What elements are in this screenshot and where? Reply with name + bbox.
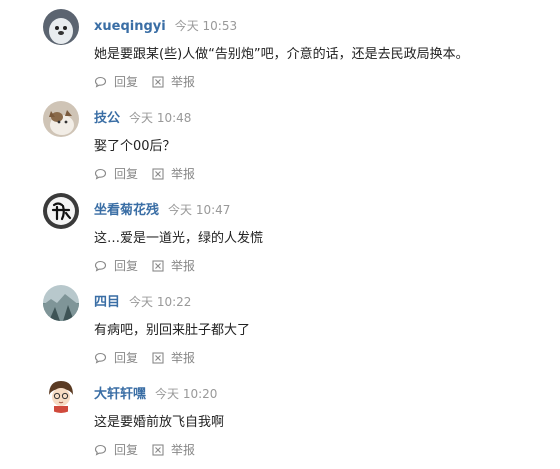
reply-label: 回复: [114, 75, 139, 89]
reply-label: 回复: [114, 443, 139, 457]
report-label: 举报: [171, 443, 196, 457]
comment-text: 这是要婚前放飞自我啊: [94, 415, 225, 430]
comment-item: 四目 今天 10:22 有病吧，别回来肚子都大了 回复 举报: [0, 285, 560, 377]
username[interactable]: xueqingyi: [94, 19, 166, 34]
timestamp: 今天 10:20: [155, 387, 218, 401]
comment-text: 娶了个00后？: [94, 139, 176, 154]
report-icon: [152, 260, 164, 272]
reply-button[interactable]: 回复: [94, 73, 138, 90]
report-button[interactable]: 举报: [152, 165, 195, 182]
comment-header: xueqingyi 今天 10:53: [94, 15, 237, 35]
comment-list: xueqingyi 今天 10:53 她是要跟某(些)人做“告别炮”吧，介意的话，…: [0, 0, 560, 463]
reply-button[interactable]: 回复: [94, 165, 138, 182]
reply-button[interactable]: 回复: [94, 441, 138, 458]
comment-header: 坐看菊花残 今天 10:47: [94, 199, 230, 219]
reply-label: 回复: [114, 167, 139, 181]
comment-header: 大轩轩嘿 今天 10:20: [94, 383, 217, 403]
comment-text: 她是要跟某(些)人做“告别炮”吧，介意的话，还是去民政局换本。: [94, 47, 469, 62]
report-icon: [152, 76, 164, 88]
timestamp: 今天 10:48: [129, 111, 192, 125]
timestamp: 今天 10:53: [174, 19, 238, 33]
report-button[interactable]: 举报: [152, 257, 195, 274]
reply-label: 回复: [114, 259, 139, 273]
reply-icon: [94, 260, 107, 272]
comment-item: xueqingyi 今天 10:53 她是要跟某(些)人做“告别炮”吧，介意的话，…: [0, 9, 560, 101]
report-label: 举报: [171, 75, 196, 89]
comment-text: 有病吧，别回来肚子都大了: [94, 323, 251, 338]
timestamp: 今天 10:22: [129, 295, 192, 309]
report-label: 举报: [171, 351, 196, 365]
timestamp: 今天 10:47: [168, 203, 231, 217]
avatar[interactable]: [43, 9, 79, 45]
reply-icon: [94, 352, 107, 364]
calligraphy-avatar-icon: [43, 193, 79, 229]
reply-icon: [94, 76, 107, 88]
comment-item: 技公 今天 10:48 娶了个00后？ 回复 举报: [0, 101, 560, 193]
comment-header: 技公 今天 10:48: [94, 107, 191, 127]
comment-item: 坐看菊花残 今天 10:47 这…爱是一道光，绿的人发慌 回复 举报: [0, 193, 560, 285]
username[interactable]: 大轩轩嘿: [94, 387, 146, 402]
username[interactable]: 坐看菊花残: [94, 203, 159, 218]
username[interactable]: 技公: [94, 111, 120, 126]
seal-avatar-icon: [43, 9, 79, 45]
comment-item: 大轩轩嘿 今天 10:20 这是要婚前放飞自我啊 回复 举报: [0, 377, 560, 469]
report-icon: [152, 444, 164, 456]
report-icon: [152, 168, 164, 180]
report-button[interactable]: 举报: [152, 441, 195, 458]
cat-avatar-icon: [43, 101, 79, 137]
avatar[interactable]: [43, 377, 79, 413]
landscape-avatar-icon: [43, 285, 79, 321]
reply-icon: [94, 168, 107, 180]
report-icon: [152, 352, 164, 364]
reply-button[interactable]: 回复: [94, 349, 138, 366]
username[interactable]: 四目: [94, 295, 120, 310]
comment-header: 四目 今天 10:22: [94, 291, 191, 311]
reply-button[interactable]: 回复: [94, 257, 138, 274]
reply-icon: [94, 444, 107, 456]
report-label: 举报: [171, 167, 196, 181]
report-button[interactable]: 举报: [152, 73, 195, 90]
avatar[interactable]: [43, 285, 79, 321]
avatar[interactable]: [43, 193, 79, 229]
report-button[interactable]: 举报: [152, 349, 195, 366]
comment-text: 这…爱是一道光，绿的人发慌: [94, 231, 264, 246]
report-label: 举报: [171, 259, 196, 273]
anime-avatar-icon: [43, 377, 79, 413]
reply-label: 回复: [114, 351, 139, 365]
avatar[interactable]: [43, 101, 79, 137]
